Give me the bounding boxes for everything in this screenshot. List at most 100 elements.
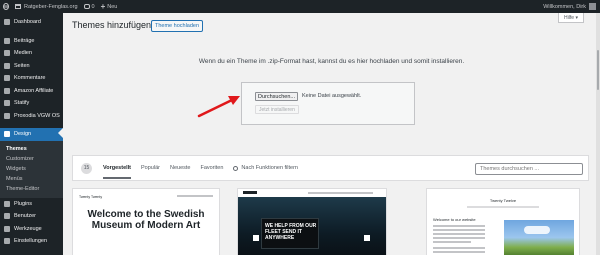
theme-preview-image bbox=[504, 220, 574, 255]
sidebar-item-label: Proxodia VGW OS bbox=[14, 112, 60, 119]
tab-favorites[interactable]: Favoriten bbox=[200, 157, 223, 179]
feature-filter-link[interactable]: Nach Funktionen filtern bbox=[233, 165, 298, 171]
sidebar-item-design[interactable]: Design bbox=[0, 128, 63, 141]
feature-filter-label: Nach Funktionen filtern bbox=[241, 165, 298, 171]
dashboard-icon bbox=[4, 19, 10, 26]
slider-arrow-left-icon bbox=[253, 235, 259, 241]
media-icon bbox=[4, 50, 10, 57]
wordpress-logo-icon[interactable]: W bbox=[0, 0, 12, 13]
active-indicator bbox=[58, 128, 63, 138]
greeting: Willkommen, Dirk bbox=[543, 3, 586, 10]
theme-card[interactable]: Twenty Twelve Welcome to our website bbox=[426, 188, 580, 255]
theme-name: Twenty Twelve bbox=[489, 198, 517, 203]
sidebar-item-users[interactable]: Benutzer bbox=[0, 210, 63, 223]
upload-theme-button[interactable]: Theme hochladen bbox=[151, 20, 204, 32]
theme-name: Twenty Twenty bbox=[79, 195, 103, 199]
new-content-link[interactable]: + Neu bbox=[98, 0, 121, 13]
brush-icon bbox=[4, 131, 10, 138]
theme-preview-header bbox=[238, 189, 386, 197]
wrench-icon bbox=[4, 225, 10, 232]
sidebar-item-proxodia[interactable]: Proxodia VGW OS bbox=[0, 110, 63, 123]
cloud-shape bbox=[524, 226, 550, 234]
sidebar-item-amazon-affiliate[interactable]: Amazon Affiliate bbox=[0, 85, 63, 98]
sidebar-item-media[interactable]: Medien bbox=[0, 47, 63, 60]
sidebar-item-label: Dashboard bbox=[14, 19, 41, 26]
theme-card[interactable]: Twenty Twenty Welcome to the Swedish Mus… bbox=[72, 188, 220, 255]
plugin-icon bbox=[4, 200, 10, 207]
sidebar-item-label: Benutzer bbox=[14, 213, 37, 220]
submenu-item-theme-editor[interactable]: Theme-Editor bbox=[0, 184, 63, 194]
users-icon bbox=[4, 213, 10, 220]
file-status: Keine Datei ausgewählt. bbox=[302, 93, 362, 99]
sidebar-item-label: Plugins bbox=[14, 200, 33, 207]
pin-icon bbox=[4, 37, 10, 44]
page-title: Themes hinzufügen bbox=[72, 20, 152, 30]
sidebar-item-settings[interactable]: Einstellungen bbox=[0, 235, 63, 248]
account-menu[interactable]: Willkommen, Dirk bbox=[543, 0, 596, 13]
theme-card[interactable]: WE HELP FROM OUR FLEET SEND IT ANYWHERE bbox=[237, 188, 387, 255]
sidebar-item-comments[interactable]: Kommentare bbox=[0, 72, 63, 85]
plugin-icon bbox=[4, 112, 10, 119]
theme-preview-heading: Welcome to our website bbox=[433, 217, 476, 222]
tab-popular[interactable]: Populär bbox=[141, 157, 160, 179]
sidebar-item-dashboard[interactable]: Dashboard bbox=[0, 16, 63, 29]
sidebar-item-label: Beiträge bbox=[14, 37, 35, 44]
sidebar-item-tools[interactable]: Werkzeuge bbox=[0, 223, 63, 236]
theme-preview-logo bbox=[243, 191, 257, 194]
gear-icon bbox=[233, 165, 239, 171]
theme-preview-nav bbox=[308, 192, 373, 194]
plus-icon: + bbox=[100, 1, 106, 11]
sidebar-item-label: Design bbox=[14, 131, 32, 138]
sidebar-item-label: Einstellungen bbox=[14, 238, 48, 245]
browse-button[interactable]: Durchsuchen... bbox=[255, 92, 298, 101]
sidebar-item-label: Medien bbox=[14, 50, 33, 57]
chart-icon bbox=[4, 100, 10, 107]
new-label: Neu bbox=[107, 3, 118, 10]
design-submenu: Themes Customizer Widgets Menüs Theme-Ed… bbox=[0, 140, 63, 198]
theme-preview-heading: Welcome to the Swedish Museum of Modern … bbox=[87, 209, 205, 231]
comments-link[interactable]: 0 bbox=[81, 0, 98, 13]
theme-preview-hero-box: WE HELP FROM OUR FLEET SEND IT ANYWHERE bbox=[261, 218, 319, 249]
slider-arrow-right-icon bbox=[364, 235, 370, 241]
sidebar-item-label: Statify bbox=[14, 100, 30, 107]
site-name-link[interactable]: Ratgeber-Fenglas.org bbox=[12, 0, 81, 13]
submenu-item-widgets[interactable]: Widgets bbox=[0, 164, 63, 174]
install-now-button[interactable]: Jetzt installieren bbox=[255, 105, 299, 114]
comments-icon bbox=[4, 75, 10, 82]
sidebar-item-posts[interactable]: Beiträge bbox=[0, 35, 63, 48]
avatar bbox=[589, 3, 596, 10]
red-arrow-icon bbox=[197, 96, 240, 118]
sidebar-item-label: Werkzeuge bbox=[14, 225, 42, 232]
tab-latest[interactable]: Neueste bbox=[170, 157, 191, 179]
submenu-item-themes[interactable]: Themes bbox=[0, 144, 63, 154]
upload-form: Durchsuchen... Keine Datei ausgewählt. J… bbox=[241, 82, 415, 125]
theme-preview-hero: WE HELP FROM OUR FLEET SEND IT ANYWHERE bbox=[238, 197, 386, 255]
theme-filter-bar: 15 Vorgestellt Populär Neueste Favoriten… bbox=[72, 155, 589, 181]
theme-preview-nav bbox=[467, 206, 539, 208]
admin-bar: W Ratgeber-Fenglas.org 0 + Neu Willkomme… bbox=[0, 0, 600, 13]
home-icon bbox=[15, 4, 21, 9]
sidebar-item-statify[interactable]: Statify bbox=[0, 97, 63, 110]
site-name: Ratgeber-Fenglas.org bbox=[24, 3, 78, 10]
help-tab[interactable]: Hilfe ▾ bbox=[558, 13, 584, 23]
settings-icon bbox=[4, 238, 10, 245]
submenu-item-customizer[interactable]: Customizer bbox=[0, 154, 63, 164]
theme-count-badge: 15 bbox=[81, 162, 92, 174]
comments-count: 0 bbox=[91, 3, 95, 10]
tab-featured[interactable]: Vorgestellt bbox=[103, 157, 132, 179]
theme-preview-nav bbox=[177, 195, 213, 197]
theme-search-input[interactable] bbox=[475, 163, 583, 175]
page-scrollbar-thumb[interactable] bbox=[597, 50, 599, 90]
upload-instructions: Wenn du ein Theme im .zip-Format hast, k… bbox=[198, 58, 465, 65]
comment-bubble-icon bbox=[83, 4, 90, 9]
sidebar-item-plugins[interactable]: Plugins bbox=[0, 198, 63, 211]
sidebar-item-label: Seiten bbox=[14, 62, 30, 69]
admin-sidebar: Dashboard Beiträge Medien Seiten Komment… bbox=[0, 13, 63, 255]
sidebar-item-pages[interactable]: Seiten bbox=[0, 60, 63, 73]
submenu-item-menus[interactable]: Menüs bbox=[0, 174, 63, 184]
amazon-icon bbox=[4, 87, 10, 94]
theme-preview-heading: WE HELP FROM OUR FLEET SEND IT ANYWHERE bbox=[265, 223, 317, 241]
sidebar-item-label: Kommentare bbox=[14, 75, 46, 82]
pages-icon bbox=[4, 62, 10, 69]
sidebar-item-label: Amazon Affiliate bbox=[14, 87, 54, 94]
